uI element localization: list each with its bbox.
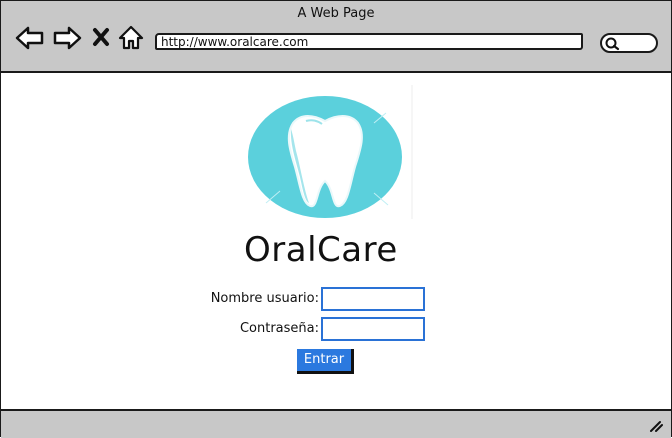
username-input[interactable] [321,287,425,311]
close-x-icon[interactable] [92,27,110,47]
forward-arrow-icon[interactable] [52,25,82,51]
login-button[interactable]: Entrar [297,349,354,374]
search-icon [605,37,620,51]
browser-window: A Web Page http://www.oralcare.com OralC… [0,0,672,438]
address-bar[interactable]: http://www.oralcare.com [155,33,583,50]
window-title: A Web Page [297,6,375,21]
password-input[interactable] [321,317,425,341]
brand-logo-text: OralCare [244,230,398,270]
browser-toolbar: A Web Page http://www.oralcare.com [1,1,671,73]
resize-grip-icon[interactable] [649,420,663,432]
search-field[interactable] [600,33,658,53]
username-label: Nombre usuario: [210,291,319,306]
back-arrow-icon[interactable] [15,25,45,51]
address-bar-text: http://www.oralcare.com [161,35,309,49]
password-label: Contraseña: [239,321,319,336]
home-icon[interactable] [118,25,144,51]
tooth-icon [246,85,414,219]
status-bar [1,409,671,438]
